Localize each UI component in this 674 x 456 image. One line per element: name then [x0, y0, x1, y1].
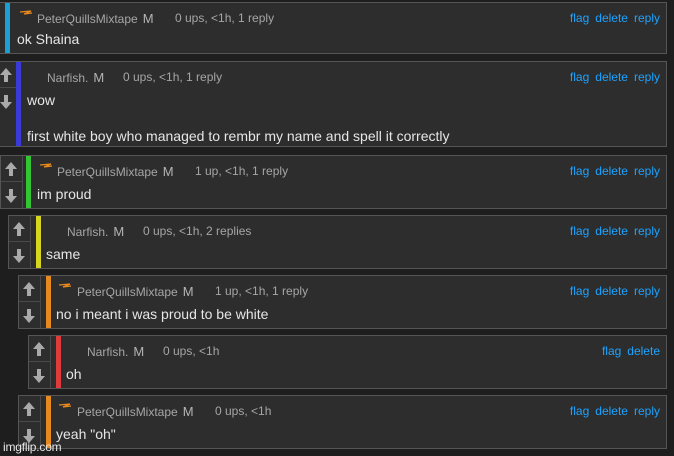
arrow-down-icon	[0, 95, 12, 109]
username-link[interactable]: Narfish. M	[47, 70, 104, 85]
comment-actions: flag delete reply	[564, 11, 660, 25]
downvote-button[interactable]	[1, 183, 22, 208]
reply-link[interactable]: reply	[634, 404, 660, 418]
username-link[interactable]: Narfish. M	[87, 344, 144, 359]
comment-actions: flag delete reply	[564, 284, 660, 298]
comment-header: PeterQuillsMixtape M 0 ups, <1h, 1 reply …	[0, 9, 666, 26]
comment-1: PeterQuillsMixtape M 0 ups, <1h, 1 reply …	[0, 2, 667, 54]
comment-meta: 1 up, <1h, 1 reply	[195, 164, 289, 178]
downvote-button[interactable]	[9, 243, 30, 268]
flag-link[interactable]: flag	[570, 224, 589, 238]
comment-header: PeterQuillsMixtape M 1 up, <1h, 1 reply f…	[19, 282, 666, 299]
comment-5: PeterQuillsMixtape M 1 up, <1h, 1 reply f…	[18, 275, 667, 329]
comment-header: Narfish. M 0 ups, <1h, 2 replies flag dele…	[9, 224, 666, 239]
comment-3: PeterQuillsMixtape M 1 up, <1h, 1 reply f…	[0, 155, 667, 209]
imgflip-watermark: imgflip.com	[3, 440, 62, 454]
moderator-badge: M	[113, 224, 125, 239]
arrow-down-icon	[13, 249, 25, 263]
comment-meta: 0 ups, <1h, 2 replies	[143, 224, 252, 238]
reply-link[interactable]: reply	[634, 164, 660, 178]
flag-link[interactable]: flag	[570, 284, 589, 298]
reply-link[interactable]: reply	[634, 284, 660, 298]
comment-meta: 0 ups, <1h	[215, 404, 272, 418]
moderator-badge: M	[142, 11, 154, 26]
flag-link[interactable]: flag	[570, 70, 589, 84]
comment-header: Narfish. M 0 ups, <1h flag delete	[29, 344, 666, 359]
downvote-button[interactable]	[19, 303, 40, 328]
reply-link[interactable]: reply	[634, 11, 660, 25]
moderator-badge: M	[162, 164, 174, 179]
comment-text: first white boy who managed to rembr my …	[27, 128, 450, 144]
comment-text: no i meant i was proud to be white	[56, 306, 269, 322]
comment-header: Narfish. M 0 ups, <1h, 1 reply flag delete…	[0, 70, 666, 85]
username-link[interactable]: PeterQuillsMixtape M	[37, 11, 154, 26]
comment-7: PeterQuillsMixtape M 0 ups, <1h flag delet…	[18, 395, 667, 449]
flair-icon	[39, 162, 53, 172]
username-link[interactable]: Narfish. M	[67, 224, 124, 239]
comment-header: PeterQuillsMixtape M 0 ups, <1h flag delet…	[19, 402, 666, 419]
delete-link[interactable]: delete	[595, 404, 628, 418]
username-link[interactable]: PeterQuillsMixtape M	[77, 404, 194, 419]
delete-link[interactable]: delete	[595, 284, 628, 298]
comment-actions: flag delete reply	[564, 70, 660, 84]
delete-link[interactable]: delete	[627, 344, 660, 358]
comment-meta: 0 ups, <1h, 1 reply	[175, 11, 275, 25]
flair-icon	[19, 9, 33, 19]
delete-link[interactable]: delete	[595, 11, 628, 25]
moderator-badge: M	[93, 70, 105, 85]
comment-meta: 0 ups, <1h, 1 reply	[123, 70, 223, 84]
arrow-down-icon	[23, 309, 35, 323]
comment-header: PeterQuillsMixtape M 1 up, <1h, 1 reply f…	[1, 162, 666, 179]
flair-icon	[58, 282, 72, 292]
flag-link[interactable]: flag	[570, 164, 589, 178]
comment-4: Narfish. M 0 ups, <1h, 2 replies flag dele…	[8, 215, 667, 269]
username-link[interactable]: PeterQuillsMixtape M	[57, 164, 174, 179]
comment-actions: flag delete reply	[564, 404, 660, 418]
flag-link[interactable]: flag	[602, 344, 621, 358]
comment-text: wow	[27, 92, 56, 108]
comment-meta: 0 ups, <1h	[163, 344, 220, 358]
comment-meta: 1 up, <1h, 1 reply	[215, 284, 309, 298]
comment-text: im proud	[37, 186, 92, 202]
delete-link[interactable]: delete	[595, 164, 628, 178]
delete-link[interactable]: delete	[595, 224, 628, 238]
comment-text: yeah "oh"	[56, 426, 116, 442]
reply-link[interactable]: reply	[634, 70, 660, 84]
flair-icon	[58, 402, 72, 412]
username-link[interactable]: PeterQuillsMixtape M	[77, 284, 194, 299]
moderator-badge: M	[133, 344, 145, 359]
flag-link[interactable]: flag	[570, 11, 589, 25]
comment-actions: flag delete	[596, 344, 660, 358]
arrow-down-icon	[33, 369, 45, 383]
comment-actions: flag delete reply	[564, 224, 660, 238]
reply-link[interactable]: reply	[634, 224, 660, 238]
downvote-button[interactable]	[0, 89, 17, 115]
flag-link[interactable]: flag	[570, 404, 589, 418]
comment-text: ok Shaina	[17, 31, 80, 47]
comment-6: Narfish. M 0 ups, <1h flag delete oh	[28, 335, 667, 389]
downvote-button[interactable]	[29, 363, 50, 388]
moderator-badge: M	[182, 284, 194, 299]
moderator-badge: M	[182, 404, 194, 419]
comment-2: Narfish. M 0 ups, <1h, 1 reply flag delete…	[0, 61, 667, 147]
comment-text: oh	[66, 366, 82, 382]
delete-link[interactable]: delete	[595, 70, 628, 84]
arrow-down-icon	[5, 189, 17, 203]
comment-actions: flag delete reply	[564, 164, 660, 178]
comment-text: same	[46, 246, 81, 262]
